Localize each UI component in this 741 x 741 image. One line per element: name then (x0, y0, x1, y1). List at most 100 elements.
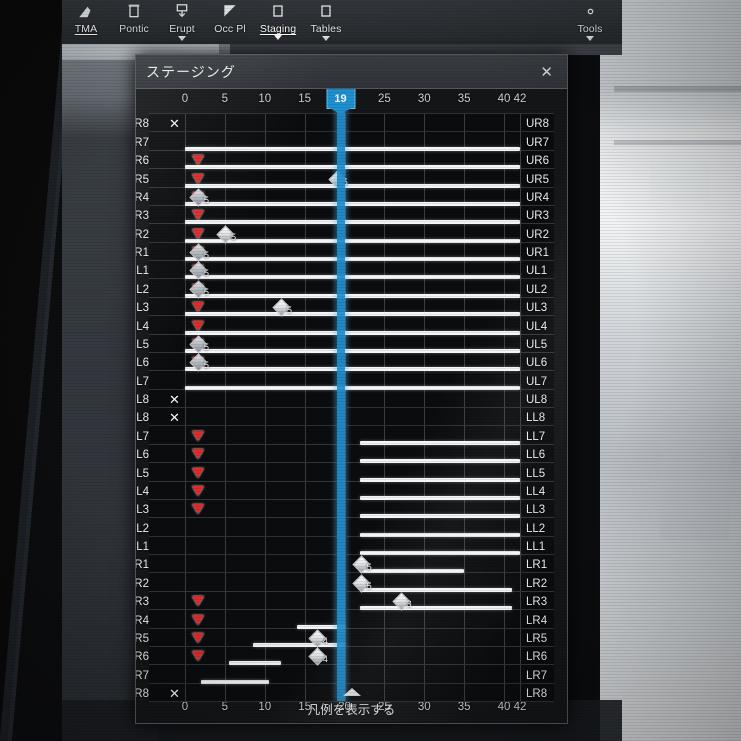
gridline-horizontal (149, 407, 554, 408)
legend-toggle-button[interactable]: 凡例を表示する (136, 685, 567, 721)
staging-bar[interactable] (185, 184, 520, 188)
gridline-horizontal (149, 664, 554, 665)
red-triangle-marker[interactable] (191, 449, 204, 459)
red-triangle-marker[interactable] (191, 302, 204, 312)
toolbar-item-tma[interactable]: TMA (62, 0, 110, 49)
red-triangle-marker[interactable] (191, 174, 204, 184)
staging-bar[interactable] (185, 257, 520, 261)
staging-bar[interactable] (360, 588, 513, 592)
row-label-left: UR7 (136, 137, 149, 149)
staging-bar[interactable] (185, 294, 520, 298)
staging-bar[interactable] (185, 386, 520, 390)
staging-bar[interactable] (228, 661, 281, 665)
staging-bar[interactable] (185, 220, 520, 224)
screenshot-root: 指示が白く重なる TMAPonticEruptOcc PlStagingTabl… (0, 0, 741, 741)
room-background-right (600, 0, 741, 741)
row-label-left: UR3 (136, 210, 149, 222)
row-label-left: LR4 (136, 615, 149, 627)
row-label-left: UR6 (136, 155, 149, 167)
toolbar-item-label: Erupt (169, 23, 195, 35)
room-shelf (614, 86, 741, 92)
staging-bar[interactable] (185, 331, 520, 335)
row-label-left: UL5 (136, 339, 149, 351)
red-triangle-marker[interactable] (191, 486, 204, 496)
row-label-left: LL3 (136, 504, 149, 516)
room-object (650, 150, 710, 200)
staging-bar[interactable] (360, 514, 520, 518)
row-label-left: LL7 (136, 431, 149, 443)
staging-bar[interactable] (185, 349, 520, 353)
axis-tick-30: 30 (417, 93, 431, 105)
gridline-horizontal (149, 628, 554, 629)
staging-bar[interactable] (360, 496, 520, 500)
staging-bar[interactable] (360, 569, 465, 573)
toolbar-item-occ-pl[interactable]: Occ Pl (206, 0, 254, 49)
row-label-right: UL7 (526, 376, 548, 388)
red-triangle-marker[interactable] (191, 229, 204, 239)
toolbar-item-pontic[interactable]: Pontic (110, 0, 158, 49)
staging-bar[interactable] (360, 606, 513, 610)
staging-bar[interactable] (185, 147, 520, 151)
row-label-right: LL3 (526, 504, 546, 516)
row-label-right: LL4 (526, 486, 546, 498)
chevron-up-icon (342, 688, 361, 696)
staging-bar[interactable] (252, 643, 345, 647)
toolbar-item-tables[interactable]: Tables (302, 0, 350, 49)
staging-bar[interactable] (360, 441, 520, 445)
row-label-right: LL2 (526, 523, 546, 535)
row-label-left: UR1 (136, 247, 149, 259)
staging-bar[interactable] (185, 367, 520, 371)
red-triangle-marker[interactable] (191, 468, 204, 478)
staging-bar[interactable] (360, 533, 520, 537)
timeline-cursor[interactable] (336, 89, 345, 701)
row-label-right: UR8 (526, 118, 550, 130)
staging-bar[interactable] (200, 680, 269, 684)
red-triangle-marker[interactable] (191, 596, 204, 606)
chevron-down-icon (178, 36, 186, 41)
staging-bar[interactable] (185, 275, 520, 279)
toolbar-items: TMA Pontic Erupt Occ Pl Staging Tables (62, 0, 350, 48)
row-label-left: UL2 (136, 284, 149, 296)
row-label-right: UR4 (526, 192, 550, 204)
red-triangle-marker[interactable] (191, 615, 204, 625)
chevron-down-icon (322, 36, 330, 41)
row-label-left: LR3 (136, 596, 149, 608)
row-label-left: UL6 (136, 357, 149, 369)
red-triangle-marker[interactable] (191, 633, 204, 643)
staging-bar[interactable] (360, 551, 520, 555)
red-triangle-marker[interactable] (191, 155, 204, 165)
room-shelf-lower (614, 140, 741, 145)
diamond-marker-label: 5 (230, 232, 237, 243)
row-label-left: UL4 (136, 321, 149, 333)
row-label-left: UR5 (136, 174, 149, 186)
row-label-left: UL3 (136, 302, 149, 314)
staging-bar[interactable] (360, 459, 520, 463)
gridline-horizontal (149, 425, 554, 426)
toolbar-item-erupt[interactable]: Erupt (158, 0, 206, 49)
red-triangle-marker[interactable] (191, 431, 204, 441)
cursor-value-badge[interactable]: 19 (326, 89, 356, 109)
row-label-right: UL2 (526, 284, 548, 296)
row-label-right: LL5 (526, 468, 546, 480)
staging-chart-plot[interactable]: ✕ UR8 UR8 UR7 UR7 UR6 UR6 5 UR5 UR5 5 UR4 UR4 UR3 UR3 5… (136, 89, 554, 702)
red-triangle-marker[interactable] (191, 210, 204, 220)
axis-tick-40: 40 (497, 93, 511, 105)
staging-bar[interactable] (185, 312, 520, 316)
row-label-left: LR7 (136, 670, 149, 682)
row-label-left: LR5 (136, 633, 149, 645)
close-icon[interactable]: ✕ (536, 63, 557, 81)
chevron-down-icon (274, 35, 282, 40)
red-triangle-marker[interactable] (191, 651, 204, 661)
toolbar-item-staging[interactable]: Staging (254, 0, 302, 49)
red-triangle-marker[interactable] (191, 321, 204, 331)
diamond-marker-label: 5 (366, 562, 372, 573)
red-triangle-marker[interactable] (191, 504, 204, 514)
staging-icon (270, 1, 286, 22)
row-label-left: UR4 (136, 192, 149, 204)
staging-bar[interactable] (360, 478, 520, 482)
staging-bar[interactable] (185, 165, 520, 169)
axis-tick-10: 10 (258, 93, 272, 105)
toolbar-item-tools[interactable]: Tools (566, 0, 614, 49)
diamond-marker-label: 5 (203, 268, 210, 279)
staging-bar[interactable] (185, 202, 520, 206)
